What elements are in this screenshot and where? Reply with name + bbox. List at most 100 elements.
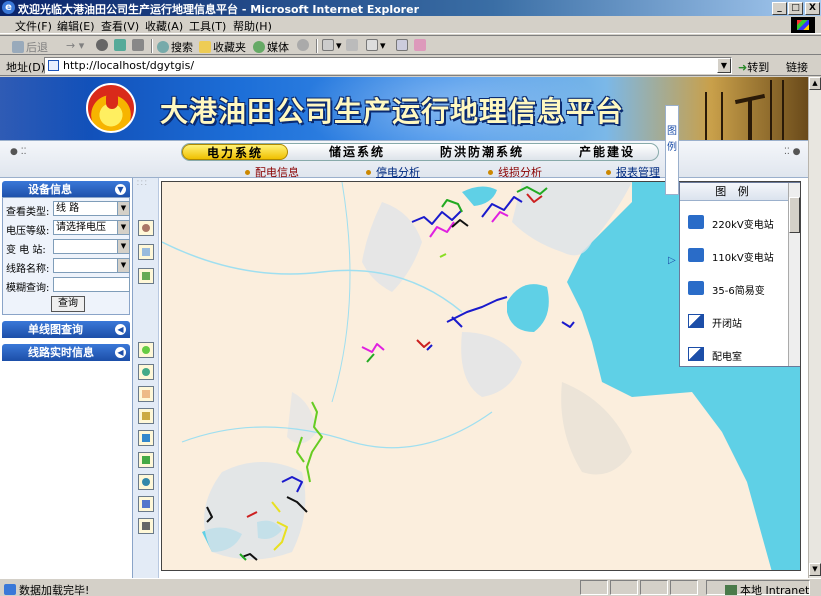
dropdown-arrow-icon[interactable]: ▼ [117, 240, 129, 253]
tab-power-system[interactable]: 电力系统 [182, 144, 288, 160]
messenger-button[interactable] [414, 39, 428, 52]
tab-capacity-construction[interactable]: 产能建设 [554, 144, 660, 160]
zoom-in-tool[interactable] [138, 342, 154, 358]
line-name-select[interactable]: ▼ [53, 258, 130, 273]
power-line[interactable] [491, 211, 509, 223]
address-url[interactable]: http://localhost/dgytgis/ [63, 59, 194, 72]
menu-tools[interactable]: 工具(T) [189, 18, 226, 34]
subtab-report-management[interactable]: 报表管理 [606, 164, 660, 180]
favorites-button[interactable]: 收藏夹 [199, 39, 246, 55]
site-title: 大港油田公司生产运行地理信息平台 [160, 95, 625, 128]
collapse-icon[interactable]: ▼ [115, 184, 126, 195]
history-button[interactable] [297, 39, 311, 52]
refresh-icon [114, 39, 126, 51]
select-tool[interactable] [138, 408, 154, 424]
globe-icon [142, 478, 150, 486]
edit-button[interactable]: ▾ [366, 39, 386, 52]
power-line[interactable] [361, 343, 385, 353]
power-line[interactable] [451, 316, 463, 328]
voltage-level-select[interactable]: 请选择电压 ▼ [53, 220, 130, 235]
minimize-button[interactable]: _ [772, 2, 787, 15]
go-button[interactable]: ➜转到 [738, 59, 769, 75]
substation-select[interactable]: ▼ [53, 239, 130, 254]
identify-tool[interactable] [138, 430, 154, 446]
maximize-button[interactable]: □ [788, 2, 803, 15]
power-line[interactable] [441, 199, 463, 213]
media-button[interactable]: 媒体 [253, 39, 289, 55]
realtime-info-header[interactable]: 线路实时信息 ◀ [2, 344, 130, 361]
address-bar: 地址(D) http://localhost/dgytgis/ ▼ ➜转到 链接 [0, 56, 821, 76]
power-line[interactable] [446, 296, 508, 323]
print-tool[interactable] [138, 518, 154, 534]
favorites-icon [199, 41, 211, 53]
menu-help[interactable]: 帮助(H) [233, 18, 272, 34]
layers-tool[interactable] [138, 452, 154, 468]
map-layer-tool[interactable] [138, 220, 154, 236]
mail-button[interactable]: ▾ [322, 39, 342, 52]
dropdown-arrow-icon[interactable]: ▼ [117, 259, 129, 272]
print-button[interactable] [346, 39, 360, 52]
legend-scrollbar[interactable] [788, 183, 800, 366]
discuss-button[interactable] [396, 39, 410, 52]
legend-tab[interactable]: 图 例 [665, 105, 679, 195]
power-line[interactable] [561, 321, 575, 328]
address-input[interactable]: http://localhost/dgytgis/ ▼ [44, 57, 732, 74]
globe-tool[interactable] [138, 474, 154, 490]
power-line[interactable] [366, 353, 375, 363]
power-line[interactable] [426, 344, 433, 351]
legend-book-tool[interactable] [138, 268, 154, 284]
legend-scroll-thumb[interactable] [789, 197, 800, 233]
subtab-outage-analysis[interactable]: 停电分析 [366, 164, 420, 180]
pan-tool[interactable] [138, 386, 154, 402]
device-info-header[interactable]: 设备信息 ▼ [2, 181, 130, 198]
power-line[interactable] [439, 253, 447, 258]
scroll-up-icon[interactable]: ▲ [809, 77, 821, 90]
windows-logo [791, 17, 815, 33]
menu-edit[interactable]: 编辑(E) [57, 18, 95, 34]
dropdown-arrow-icon[interactable]: ▼ [117, 202, 129, 215]
zoom-out-icon [142, 368, 150, 376]
forward-button[interactable]: → ▾ [66, 39, 84, 52]
page-scrollbar[interactable]: ▲ ▼ [808, 77, 821, 578]
status-pane [610, 580, 638, 595]
legend-collapse-icon[interactable]: ▷ [668, 255, 676, 266]
measure-tool[interactable] [138, 496, 154, 512]
standard-toolbar: 后退 → ▾ 搜索 收藏夹 媒体 ▾ ▾ [0, 35, 821, 55]
print-icon [346, 39, 358, 51]
dropdown-arrow-icon[interactable]: ▼ [117, 221, 129, 234]
search-button[interactable]: 搜索 [157, 39, 193, 55]
left-sidebar: 设备信息 ▼ 查看类型: 线 路 ▼ 电压等级: 请选择电压 ▼ 变 电 站: ▼ … [0, 178, 133, 578]
address-dropdown-icon[interactable]: ▼ [717, 58, 731, 73]
stop-icon [96, 39, 108, 51]
scroll-down-icon[interactable]: ▼ [809, 563, 821, 576]
fuzzy-search-input[interactable] [53, 277, 130, 292]
subtab-line-loss[interactable]: 线损分析 [488, 164, 542, 180]
power-line[interactable] [429, 221, 455, 238]
legend-title: 图 例 [680, 183, 788, 201]
close-button[interactable]: X [805, 2, 820, 15]
page-view-tool[interactable] [138, 244, 154, 260]
back-button[interactable]: 后退 [12, 39, 48, 55]
history-icon [297, 39, 309, 51]
window-titlebar: e 欢迎光临大港油田公司生产运行地理信息平台 - Microsoft Inter… [0, 0, 821, 16]
power-line[interactable] [411, 209, 463, 225]
view-type-select[interactable]: 线 路 ▼ [53, 201, 130, 216]
menu-file[interactable]: 文件(F) [15, 18, 52, 34]
menu-view[interactable]: 查看(V) [101, 18, 139, 34]
refresh-button[interactable] [114, 39, 128, 52]
power-line[interactable] [416, 339, 431, 348]
zoom-out-tool[interactable] [138, 364, 154, 380]
single-line-query-header[interactable]: 单线图查询 ◀ [2, 321, 130, 338]
stop-button[interactable] [96, 39, 110, 52]
tab-flood-control[interactable]: 防洪防潮系统 [422, 144, 542, 160]
menu-favorites[interactable]: 收藏(A) [145, 18, 183, 34]
tab-storage-transport[interactable]: 储运系统 [304, 144, 410, 160]
expand-icon[interactable]: ◀ [115, 324, 126, 335]
links-button[interactable]: 链接 [786, 59, 808, 75]
power-line[interactable] [451, 219, 469, 228]
expand-icon[interactable]: ◀ [115, 347, 126, 358]
urban-area [287, 392, 317, 444]
subtab-distribution-info[interactable]: 配电信息 [245, 164, 299, 180]
query-button[interactable]: 查询 [51, 296, 85, 312]
home-button[interactable] [132, 39, 146, 52]
